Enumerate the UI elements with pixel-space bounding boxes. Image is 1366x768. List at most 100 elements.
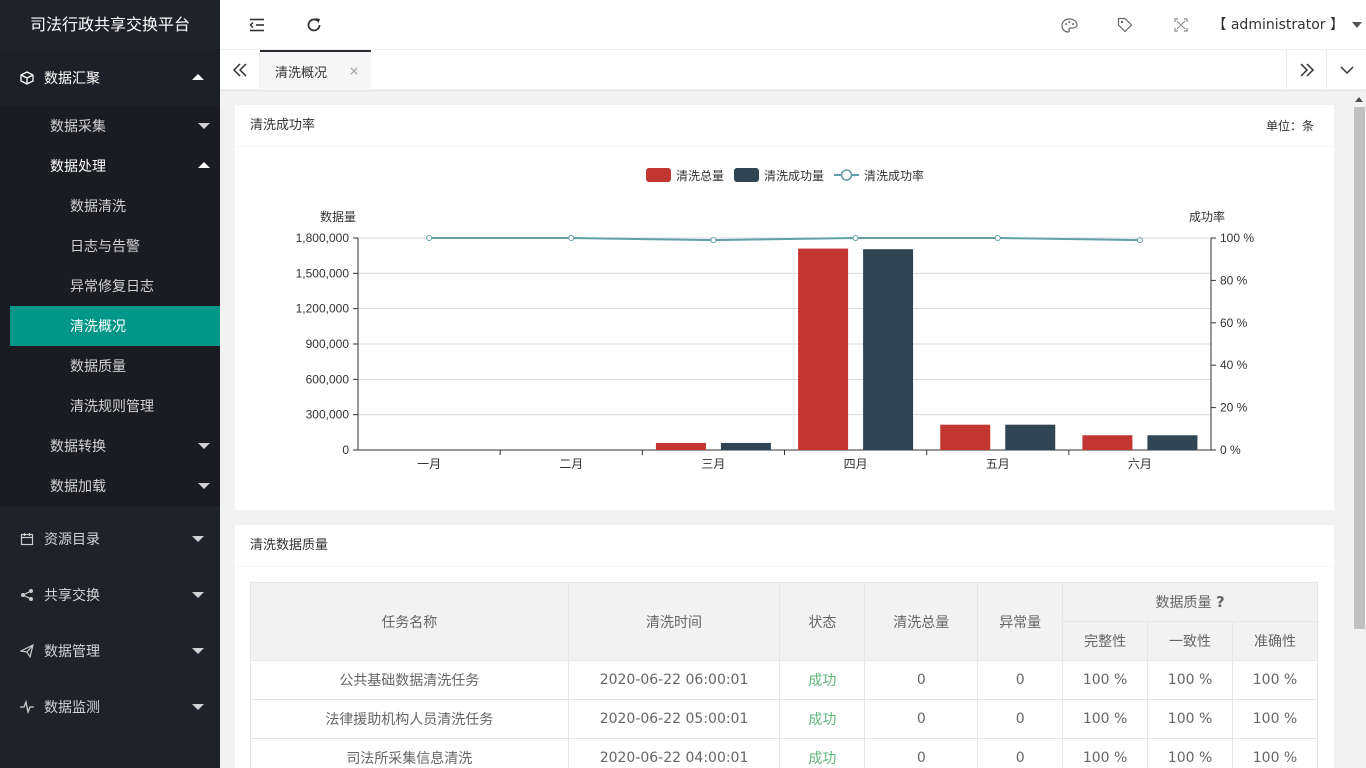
cleaning-chart: 0 300,000 600,000 900,000 1,200,000 1,500,000… (296, 168, 1254, 471)
success-rate-point (1136, 237, 1143, 244)
theme-button[interactable] (1054, 0, 1084, 50)
nav-sub-label: 数据处理 (50, 159, 106, 175)
nav-group-data-monitoring[interactable]: 数据监测 (0, 679, 220, 735)
cell-time: 2020-06-22 05:00:01 (567, 699, 781, 739)
y-tick-label: 0 (342, 443, 349, 457)
cell-abnormal: 0 (977, 738, 1064, 768)
col-consistency: 一致性 (1147, 621, 1233, 661)
nav-item-data-cleaning[interactable]: 数据清洗 (0, 186, 220, 226)
success-rate-point (710, 237, 717, 244)
cell-task-name: 公共基础数据清洗任务 (250, 660, 569, 700)
nav-group-resource-catalog[interactable]: 资源目录 (0, 511, 220, 567)
y-right-tick-label: 20 % (1220, 401, 1248, 415)
col-accuracy: 准确性 (1231, 621, 1319, 661)
y-tick-label: 600,000 (306, 372, 350, 386)
palette-icon (1060, 17, 1078, 33)
bar-total (940, 424, 991, 450)
cell-total: 0 (864, 699, 979, 739)
x-tick-label: 三月 (701, 457, 725, 471)
sidebar: 司法行政共享交换平台 数据汇聚 数据采集 数据处理 数据清洗 日志与告警 异常修… (0, 0, 220, 768)
nav-group-label: 共享交换 (44, 588, 100, 604)
cube-icon (20, 71, 34, 85)
nav-sub-data-transform[interactable]: 数据转换 (0, 426, 220, 466)
scroll-up-icon[interactable] (1355, 97, 1363, 102)
col-task-name: 任务名称 (250, 582, 569, 661)
status-badge: 成功 (779, 660, 866, 700)
x-tick-label: 二月 (559, 457, 583, 471)
fullscreen-icon (1174, 18, 1188, 32)
nav-group-data-aggregation[interactable]: 数据汇聚 (0, 50, 220, 106)
tabs-bar: 清洗概况 × (220, 50, 1366, 90)
legend-label: 清洗成功率 (864, 168, 924, 183)
pulse-icon (20, 700, 34, 714)
cell-consistency: 100 % (1147, 660, 1233, 700)
scrollbar-thumb[interactable] (1354, 107, 1365, 629)
tabs-scroll-left-button[interactable] (220, 50, 260, 90)
nav-group-sharing[interactable]: 共享交换 (0, 567, 220, 623)
nav-item-logs-alerts[interactable]: 日志与告警 (0, 226, 220, 266)
nav-sub-data-collection[interactable]: 数据采集 (0, 106, 220, 146)
status-badge: 成功 (779, 699, 866, 739)
tag-button[interactable] (1110, 0, 1140, 50)
double-chevron-right-icon (1299, 63, 1314, 77)
y-tick-label: 300,000 (306, 408, 350, 422)
page-scrollbar[interactable] (1352, 95, 1366, 768)
bar-success (1005, 424, 1056, 450)
cell-task-name: 司法所采集信息清洗 (250, 738, 569, 768)
nav-sub-data-processing[interactable]: 数据处理 (0, 146, 220, 186)
nav-group-data-management[interactable]: 数据管理 (0, 623, 220, 679)
col-quality: 数据质量 ? (1062, 582, 1318, 622)
nav-group-label: 数据汇聚 (44, 71, 100, 87)
main-content: 清洗成功率 单位：条 0 300,000 600,000 900,000 1,200,0… (220, 90, 1350, 768)
col-completeness: 完整性 (1062, 621, 1149, 661)
bar-success (720, 442, 771, 450)
y-right-tick-label: 80 % (1220, 273, 1248, 287)
cell-consistency: 100 % (1147, 738, 1233, 768)
card-header: 清洗数据质量 (235, 525, 1334, 567)
fullscreen-button[interactable] (1166, 0, 1196, 50)
bar-total (655, 442, 706, 450)
user-menu[interactable]: 【 administrator 】 (1212, 0, 1344, 50)
indent-icon (249, 18, 264, 32)
calendar-icon (20, 532, 34, 546)
nav-item-cleaning-overview[interactable]: 清洗概况 (10, 306, 220, 346)
chevron-down-icon (198, 443, 210, 449)
cell-abnormal: 0 (977, 699, 1064, 739)
nav-group-label: 数据管理 (44, 644, 100, 660)
x-tick-label: 四月 (844, 457, 868, 471)
cell-completeness: 100 % (1062, 738, 1149, 768)
nav-item-repair-logs[interactable]: 异常修复日志 (0, 266, 220, 306)
col-abnormal: 异常量 (977, 582, 1064, 661)
chart-card: 清洗成功率 单位：条 0 300,000 600,000 900,000 1,200,0… (235, 105, 1334, 510)
y-axis-label: 数据量 (320, 209, 356, 224)
nav-item-cleaning-rules[interactable]: 清洗规则管理 (0, 386, 220, 426)
col-quality-label: 数据质量 (1155, 595, 1212, 611)
cell-task-name: 法律援助机构人员清洗任务 (250, 699, 569, 739)
double-chevron-left-icon (232, 63, 247, 77)
legend-swatch (734, 168, 759, 182)
refresh-button[interactable] (299, 0, 329, 50)
nav-sub-label: 数据加载 (50, 479, 106, 495)
cell-completeness: 100 % (1062, 660, 1149, 700)
tabs-scroll-right-button[interactable] (1286, 50, 1326, 90)
refresh-icon (307, 18, 321, 32)
cell-time: 2020-06-22 06:00:01 (567, 660, 781, 700)
cell-total: 0 (864, 738, 979, 768)
nav-sub-data-loading[interactable]: 数据加载 (0, 466, 220, 506)
chevron-down-icon[interactable] (1352, 22, 1362, 28)
tab-cleaning-overview[interactable]: 清洗概况 × (260, 50, 371, 90)
x-tick-label: 一月 (417, 457, 441, 471)
menu-toggle-button[interactable] (242, 0, 272, 50)
y-tick-label: 1,500,000 (296, 266, 350, 280)
help-icon[interactable]: ? (1216, 593, 1225, 611)
card-header: 清洗成功率 单位：条 (235, 105, 1334, 147)
col-total: 清洗总量 (864, 582, 979, 661)
bar-success (1147, 435, 1198, 450)
tabs-menu-button[interactable] (1326, 50, 1366, 90)
y-right-tick-label: 0 % (1220, 443, 1241, 457)
chevron-up-icon (192, 74, 204, 80)
nav-item-data-quality[interactable]: 数据质量 (0, 346, 220, 386)
success-rate-point (568, 235, 575, 241)
close-icon[interactable]: × (349, 64, 359, 78)
unit-label: 单位：条 (1265, 119, 1314, 133)
